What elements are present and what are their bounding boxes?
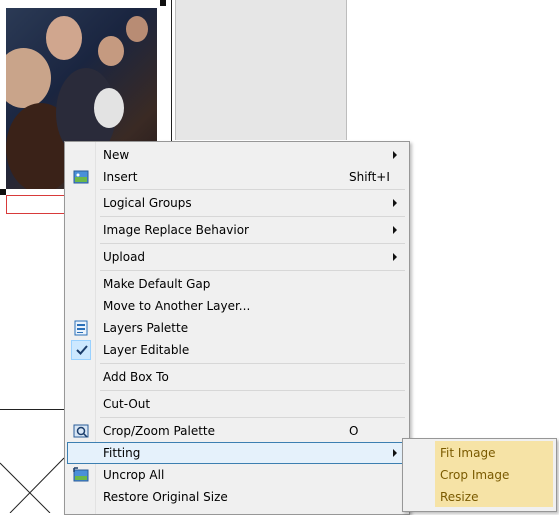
menu-separator [100,243,405,244]
uncrop-icon [73,467,89,483]
menu-item-layer-editable[interactable]: Layer Editable [67,339,407,361]
menu-item-shortcut: Shift+I [349,170,390,184]
submenu-item-resize[interactable]: Resize [440,490,478,504]
empty-picture-box[interactable] [0,448,64,513]
menu-separator [100,270,405,271]
submenu-arrow-icon [393,199,397,207]
menu-item-move-to-another-layer[interactable]: Move to Another Layer... [67,295,407,317]
menu-item-label: Upload [103,250,146,264]
menu-item-label: Fitting [103,446,141,460]
submenu-arrow-icon [393,226,397,234]
pasteboard-area [175,0,347,140]
menu-item-label: Logical Groups [103,196,192,210]
submenu-arrow-icon [393,151,397,159]
menu-item-label: Layer Editable [103,343,190,357]
menu-item-add-box-to[interactable]: Add Box To [67,366,407,388]
menu-item-insert[interactable]: Insert Shift+I [67,166,407,188]
menu-item-fitting[interactable]: Fitting [67,442,407,464]
menu-item-layers-palette[interactable]: Layers Palette [67,317,407,339]
menu-item-label: Cut-Out [103,397,151,411]
crop-zoom-icon [73,423,89,439]
menu-separator [100,189,405,190]
menu-item-logical-groups[interactable]: Logical Groups [67,192,407,214]
menu-item-new[interactable]: New [67,144,407,166]
submenu-arrow-icon [393,253,397,261]
menu-item-label: Image Replace Behavior [103,223,249,237]
submenu-item-crop-image[interactable]: Crop Image [440,468,509,482]
page-edge [0,409,64,410]
menu-item-restore-original-size[interactable]: Restore Original Size [67,486,407,508]
image-icon [73,169,89,185]
menu-item-label: Uncrop All [103,468,165,482]
submenu-item-fit-image[interactable]: Fit Image [440,446,495,460]
menu-item-shortcut: O [349,424,359,438]
checkmark-icon [74,342,90,358]
menu-separator [100,216,405,217]
menu-separator [100,390,405,391]
menu-item-make-default-gap[interactable]: Make Default Gap [67,273,407,295]
menu-separator [100,417,405,418]
fitting-submenu: Fit Image Crop Image Resize [402,438,557,512]
selected-text-box[interactable] [6,195,66,214]
submenu-arrow-icon [393,449,397,457]
menu-separator [100,363,405,364]
menu-item-crop-zoom-palette[interactable]: Crop/Zoom Palette O [67,420,407,442]
menu-item-label: Make Default Gap [103,277,211,291]
menu-item-label: New [103,148,130,162]
menu-item-cut-out[interactable]: Cut-Out [67,393,407,415]
layers-palette-icon [73,320,89,336]
context-menu: New Insert Shift+I Logical Groups Image … [64,141,410,515]
menu-item-label: Insert [103,170,138,184]
menu-item-label: Restore Original Size [103,490,228,504]
menu-item-label: Move to Another Layer... [103,299,251,313]
menu-item-uncrop-all[interactable]: Uncrop All [67,464,407,486]
menu-item-upload[interactable]: Upload [67,246,407,268]
menu-item-label: Add Box To [103,370,169,384]
menu-item-image-replace-behavior[interactable]: Image Replace Behavior [67,219,407,241]
menu-item-label: Layers Palette [103,321,189,335]
menu-item-label: Crop/Zoom Palette [103,424,216,438]
resize-handle[interactable] [160,0,166,6]
